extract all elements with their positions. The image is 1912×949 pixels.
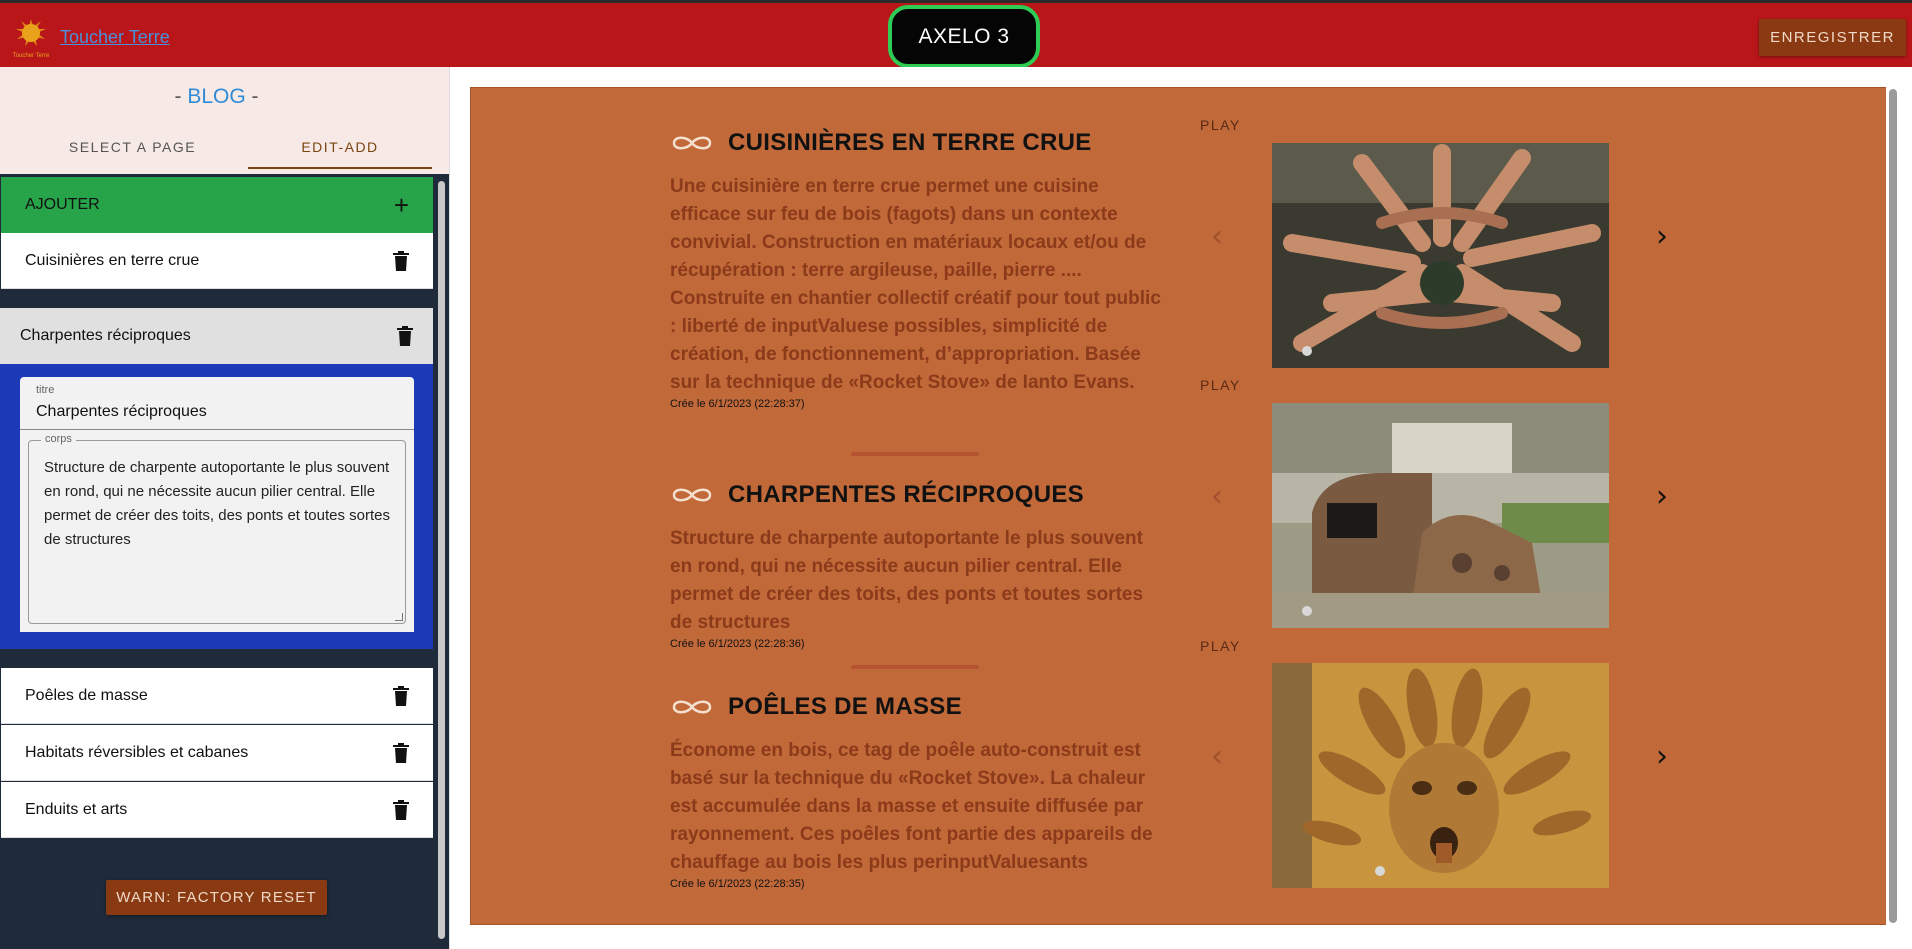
list-item-label: Charpentes réciproques: [20, 327, 191, 344]
logo-icon[interactable]: Toucher Terre: [11, 15, 51, 59]
article-divider: [851, 452, 979, 456]
sidebar: - BLOG - SELECT A PAGE EDIT-ADD AJOUTER …: [0, 67, 449, 949]
article-body: Économe en bois, ce tag de poêle auto-co…: [670, 740, 1153, 873]
article-header: CHARPENTES RÉCIPROQUES: [670, 481, 1170, 509]
play-button[interactable]: PLAY: [1200, 377, 1241, 393]
article-divider: [851, 665, 979, 669]
article-title: CHARPENTES RÉCIPROQUES: [728, 481, 1084, 508]
infinity-icon: [672, 136, 712, 150]
article-body: Structure de charpente autoportante le p…: [670, 528, 1144, 633]
title-prefix: -: [174, 85, 188, 108]
resize-handle-icon[interactable]: [395, 613, 403, 621]
sidebar-header: - BLOG - SELECT A PAGE EDIT-ADD: [0, 67, 449, 174]
titre-field[interactable]: titre Charpentes réciproques: [20, 377, 414, 430]
corps-field-wrap: corps Structure de charpente autoportant…: [20, 430, 414, 632]
infinity-icon: [672, 488, 712, 502]
add-button[interactable]: AJOUTER +: [1, 177, 433, 233]
titre-label: titre: [36, 384, 55, 396]
list-item[interactable]: Poêles de masse: [1, 668, 433, 724]
article-date: Crée le 6/1/2023 (22:28:36): [670, 638, 805, 650]
carousel-dot[interactable]: [1375, 866, 1385, 876]
article-card: CUISINIÈRES EN TERRE CRUE Une cuisinière…: [670, 129, 1170, 410]
project-badge[interactable]: AXELO 3: [888, 5, 1040, 68]
factory-reset-button[interactable]: WARN: FACTORY RESET: [106, 880, 327, 915]
corps-textarea[interactable]: corps Structure de charpente autoportant…: [28, 433, 406, 624]
trash-icon[interactable]: [393, 685, 409, 706]
list-item-expanded[interactable]: Charpentes réciproques: [0, 308, 433, 364]
titre-value[interactable]: Charpentes réciproques: [36, 403, 207, 421]
add-label: AJOUTER: [25, 196, 100, 213]
carousel-image-hands[interactable]: [1272, 143, 1609, 368]
list-item-label: Poêles de masse: [25, 686, 148, 704]
tab-edit-add[interactable]: EDIT-ADD: [248, 139, 432, 155]
trash-icon[interactable]: [397, 326, 413, 346]
preview-scrollbar-thumb[interactable]: [1889, 89, 1897, 923]
trash-icon[interactable]: [393, 799, 409, 820]
site-home-link[interactable]: Toucher Terre: [60, 27, 170, 48]
article-date: Crée le 6/1/2023 (22:28:37): [670, 398, 805, 410]
list-item-label: Enduits et arts: [25, 800, 128, 818]
title-accent: BLOG: [187, 85, 246, 108]
corps-label: corps: [41, 433, 76, 445]
title-suffix: -: [245, 85, 259, 108]
article-card: CHARPENTES RÉCIPROQUES Structure de char…: [670, 481, 1170, 650]
chevron-right-icon[interactable]: ›: [1652, 219, 1672, 254]
trash-icon[interactable]: [393, 250, 409, 271]
active-tab-indicator: [248, 167, 432, 169]
carousel-dot[interactable]: [1302, 606, 1312, 616]
chevron-left-icon[interactable]: ‹: [1207, 739, 1227, 774]
chevron-left-icon[interactable]: ‹: [1207, 479, 1227, 514]
chevron-right-icon[interactable]: ›: [1652, 739, 1672, 774]
list-item[interactable]: Enduits et arts: [1, 782, 433, 838]
trash-icon[interactable]: [393, 742, 409, 763]
list-item[interactable]: Habitats réversibles et cabanes: [1, 725, 433, 781]
play-button[interactable]: PLAY: [1200, 638, 1241, 654]
article-body: Une cuisinière en terre crue permet une …: [670, 176, 1161, 393]
carousel-image-sculpture[interactable]: [1272, 663, 1609, 888]
sidebar-scrollbar-thumb[interactable]: [438, 181, 445, 939]
infinity-icon: [672, 700, 712, 714]
play-button[interactable]: PLAY: [1200, 117, 1241, 133]
svg-text:Toucher Terre: Toucher Terre: [13, 53, 50, 59]
item-editor: titre Charpentes réciproques corps Struc…: [0, 364, 433, 649]
chevron-left-icon[interactable]: ‹: [1207, 219, 1227, 254]
article-date: Crée le 6/1/2023 (22:28:35): [670, 878, 805, 890]
carousel-dot[interactable]: [1302, 346, 1312, 356]
chevron-right-icon[interactable]: ›: [1652, 479, 1672, 514]
carousel-image-stove[interactable]: [1272, 403, 1609, 628]
corps-value[interactable]: Structure de charpente autoportante le p…: [44, 456, 394, 552]
plus-icon: +: [393, 190, 409, 220]
save-button[interactable]: ENREGISTRER: [1759, 19, 1906, 56]
page-title: - BLOG -: [0, 85, 433, 109]
article-title: CUISINIÈRES EN TERRE CRUE: [728, 129, 1092, 156]
list-item[interactable]: Cuisinières en terre crue: [1, 233, 433, 289]
list-item-label: Habitats réversibles et cabanes: [25, 743, 249, 761]
article-title: POÊLES DE MASSE: [728, 693, 962, 720]
tab-select-a-page[interactable]: SELECT A PAGE: [40, 139, 225, 155]
article-header: CUISINIÈRES EN TERRE CRUE: [670, 129, 1170, 157]
project-badge-label: AXELO 3: [918, 24, 1010, 48]
top-bar: Toucher Terre Toucher Terre AXELO 3 ENRE…: [0, 0, 1912, 68]
article-header: POÊLES DE MASSE: [670, 693, 1170, 721]
article-card: POÊLES DE MASSE Économe en bois, ce tag …: [670, 693, 1170, 890]
list-item-label: Cuisinières en terre crue: [25, 251, 200, 269]
